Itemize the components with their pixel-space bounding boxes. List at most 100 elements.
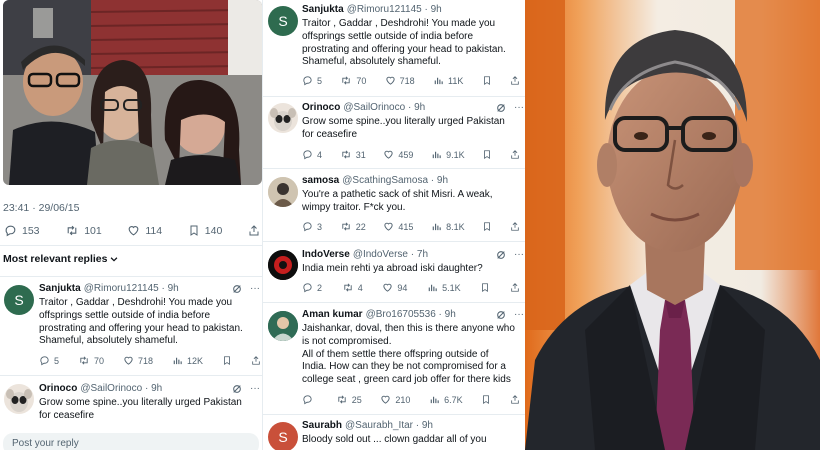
- bookmark-button[interactable]: [482, 149, 492, 160]
- retweet-icon: [65, 224, 79, 237]
- reply-item[interactable]: S Sanjukta @Rimoru121145 · 9h Traitor , …: [263, 0, 525, 95]
- bookmark-button[interactable]: [481, 394, 491, 405]
- grok-icon[interactable]: [232, 384, 242, 394]
- like-button[interactable]: 94: [382, 282, 407, 293]
- bookmark-button[interactable]: [482, 75, 492, 86]
- more-options-icon[interactable]: ···: [514, 309, 524, 320]
- reply-button[interactable]: 5: [302, 75, 322, 86]
- more-options-icon[interactable]: ···: [514, 102, 524, 113]
- reply-header-icons: ···: [232, 283, 260, 294]
- views-button[interactable]: 6.7K: [429, 394, 463, 405]
- reply-item[interactable]: Orinoco @SailOrinoco · 9h ··· Grow some …: [263, 97, 525, 167]
- reply-item[interactable]: samosa @ScathingSamosa · 9h You're a pat…: [263, 169, 525, 239]
- bookmark-button[interactable]: [482, 221, 492, 232]
- retweet-button[interactable]: 4: [342, 282, 363, 293]
- like-button[interactable]: 415: [383, 221, 413, 232]
- avatar[interactable]: S: [4, 285, 34, 315]
- like-button[interactable]: 210: [380, 394, 410, 405]
- sort-label: Most relevant replies: [3, 253, 108, 265]
- divider: [0, 245, 262, 246]
- author-handle[interactable]: @SailOrinoco · 9h: [80, 383, 162, 394]
- tweet-photo[interactable]: [3, 0, 262, 185]
- author-handle[interactable]: @Saurabh_Itar · 9h: [345, 420, 433, 431]
- chevron-down-icon: [109, 254, 119, 264]
- retweet-button[interactable]: 70: [78, 355, 104, 366]
- reply-item[interactable]: S Sanjukta @Rimoru121145 · 9h ··· Traito…: [0, 277, 262, 374]
- more-options-icon[interactable]: ···: [514, 249, 524, 260]
- reply-item[interactable]: Aman kumar @Bro16705536 · 9h ··· Jaishan…: [263, 303, 525, 413]
- reply-stat[interactable]: 153: [4, 224, 40, 237]
- avatar[interactable]: [268, 177, 298, 207]
- reply-header: Orinoco @SailOrinoco · 9h: [39, 383, 162, 394]
- bookmark-stat[interactable]: 140: [188, 224, 222, 237]
- author-handle[interactable]: @Rimoru121145 · 9h: [84, 283, 179, 294]
- avatar[interactable]: S: [268, 422, 298, 450]
- author-name[interactable]: Sanjukta: [302, 4, 344, 15]
- reply-button[interactable]: [302, 394, 317, 405]
- author-handle[interactable]: @IndoVerse · 7h: [353, 249, 428, 260]
- sort-replies-dropdown[interactable]: Most relevant replies: [3, 253, 119, 265]
- author-name[interactable]: Orinoco: [39, 383, 77, 394]
- grok-icon[interactable]: [232, 284, 242, 294]
- reply-item[interactable]: IndoVerse @IndoVerse · 7h ··· India mein…: [263, 242, 525, 300]
- retweet-stat[interactable]: 101: [65, 224, 102, 237]
- author-handle[interactable]: @Rimoru121145 · 9h: [347, 4, 442, 15]
- bookmark-button[interactable]: [480, 282, 490, 293]
- reply-item[interactable]: S Saurabh @Saurabh_Itar · 9h Bloody sold…: [263, 415, 525, 450]
- views-button[interactable]: 11K: [433, 75, 463, 86]
- views-button[interactable]: 8.1K: [431, 221, 465, 232]
- grok-icon[interactable]: [496, 310, 506, 320]
- share-button[interactable]: [251, 355, 261, 366]
- like-stat[interactable]: 114: [127, 224, 162, 237]
- reply-header: Aman kumar @Bro16705536 · 9h: [302, 309, 456, 320]
- reply-header: Sanjukta @Rimoru121145 · 9h: [39, 283, 179, 294]
- reply-icon: [4, 224, 17, 237]
- views-button[interactable]: 5.1K: [427, 282, 461, 293]
- reply-header-icons: ···: [496, 309, 524, 320]
- avatar[interactable]: [268, 311, 298, 341]
- retweet-button[interactable]: 25: [336, 394, 362, 405]
- share-button[interactable]: [510, 394, 520, 405]
- more-options-icon[interactable]: ···: [250, 383, 260, 394]
- retweet-button[interactable]: 70: [340, 75, 366, 86]
- grok-icon[interactable]: [496, 250, 506, 260]
- like-button[interactable]: 459: [383, 149, 413, 160]
- author-handle[interactable]: @SailOrinoco · 9h: [343, 102, 425, 113]
- reply-item[interactable]: Orinoco @SailOrinoco · 9h ··· Grow some …: [0, 376, 262, 432]
- reply-header: Sanjukta @Rimoru121145 · 9h: [302, 4, 442, 15]
- reply-text: Traitor , Gaddar , Deshdrohi! You made y…: [39, 297, 243, 347]
- retweet-count: 101: [84, 224, 102, 237]
- share-button[interactable]: [510, 149, 520, 160]
- reply-button[interactable]: 2: [302, 282, 322, 293]
- post-reply-input[interactable]: Post your reply: [3, 433, 259, 450]
- reply-actions: 5 70 718 11K: [302, 75, 520, 86]
- reply-button[interactable]: 5: [39, 355, 59, 366]
- retweet-button[interactable]: 31: [340, 149, 366, 160]
- bookmark-button[interactable]: [222, 355, 232, 366]
- author-handle[interactable]: @Bro16705536 · 9h: [366, 309, 456, 320]
- author-name[interactable]: Aman kumar: [302, 309, 363, 320]
- author-name[interactable]: Sanjukta: [39, 283, 81, 294]
- grok-icon[interactable]: [496, 103, 506, 113]
- views-button[interactable]: 9.1K: [431, 149, 465, 160]
- like-button[interactable]: 718: [123, 355, 153, 366]
- share-button[interactable]: [510, 221, 520, 232]
- share-button[interactable]: [510, 282, 520, 293]
- share-stat[interactable]: [248, 224, 260, 237]
- author-name[interactable]: Saurabh: [302, 420, 342, 431]
- author-name[interactable]: Orinoco: [302, 102, 340, 113]
- author-handle[interactable]: @ScathingSamosa · 9h: [342, 175, 448, 186]
- more-options-icon[interactable]: ···: [250, 283, 260, 294]
- author-name[interactable]: IndoVerse: [302, 249, 350, 260]
- avatar[interactable]: S: [268, 6, 298, 36]
- reply-button[interactable]: 3: [302, 221, 322, 232]
- share-button[interactable]: [510, 75, 520, 86]
- avatar[interactable]: [268, 250, 298, 280]
- like-button[interactable]: 718: [385, 75, 415, 86]
- views-button[interactable]: 12K: [172, 355, 203, 366]
- avatar[interactable]: [268, 103, 298, 133]
- retweet-button[interactable]: 22: [340, 221, 366, 232]
- reply-button[interactable]: 4: [302, 149, 322, 160]
- author-name[interactable]: samosa: [302, 175, 339, 186]
- avatar[interactable]: [4, 384, 34, 414]
